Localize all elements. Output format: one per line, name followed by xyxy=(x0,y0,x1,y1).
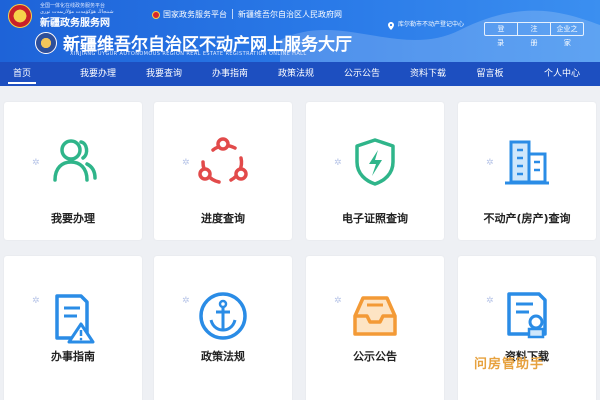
auth-box: 登 注 企业之 xyxy=(484,22,584,36)
watermark-text: 问房管助手 xyxy=(474,357,545,372)
service-card-guide[interactable]: ✲ 办事指南 xyxy=(4,256,142,400)
nav-guide[interactable]: 办事指南 xyxy=(204,62,256,86)
nav-home[interactable]: 首页 xyxy=(6,62,38,86)
main-nav: 首页 我要办理 我要查询 办事指南 政策法规 公示公告 资料下载 留言板 个人中… xyxy=(0,62,600,86)
buildings-icon xyxy=(505,140,549,185)
compass-anchor-icon xyxy=(199,292,247,340)
sparkle-icon: ✲ xyxy=(334,296,342,306)
sparkle-icon: ✲ xyxy=(486,296,494,306)
enterprise-home-button[interactable]: 企业之 xyxy=(551,23,583,35)
nav-download[interactable]: 资料下载 xyxy=(402,62,454,86)
document-warning-icon xyxy=(55,294,95,344)
service-card-progress[interactable]: ✲ 进度查询 xyxy=(154,102,292,240)
service-card-label: 进度查询 xyxy=(201,212,245,225)
regional-gov-link[interactable]: 新疆维吾尔自治区人民政府网 xyxy=(238,9,342,20)
gov-service-name[interactable]: 新疆政务服务网 xyxy=(40,14,110,29)
site-subtitle: XINJIANG UYGUR AUTONOMOUS REGION REAL ES… xyxy=(70,51,307,57)
sparkle-icon: ✲ xyxy=(182,158,190,168)
service-card-notice[interactable]: ✲ 公示公告 xyxy=(306,256,444,400)
link-divider xyxy=(232,9,233,19)
service-card-label: 办事指南 xyxy=(51,350,95,363)
progress-share-icon xyxy=(198,137,248,184)
location-text: 库尔勒市不动产登记中心 xyxy=(398,21,465,28)
regional-gov-label: 新疆维吾尔自治区人民政府网 xyxy=(238,10,342,19)
enterprise-sublabel[interactable]: 家 xyxy=(551,38,584,48)
location-selector[interactable]: 库尔勒市不动产登记中心 xyxy=(388,21,464,30)
service-card-label: 我要办理 xyxy=(51,212,95,225)
users-icon xyxy=(53,139,97,182)
service-card-label: 公示公告 xyxy=(353,350,397,363)
real-estate-badge-icon xyxy=(35,32,57,54)
sparkle-icon: ✲ xyxy=(182,296,190,306)
service-card-handle[interactable]: ✲ 我要办理 xyxy=(4,102,142,240)
location-pin-icon xyxy=(388,22,394,30)
national-emblem-icon[interactable] xyxy=(8,4,32,28)
sparkle-icon: ✲ xyxy=(32,296,40,306)
service-card-e-certificate[interactable]: ✲ 电子证照查询 xyxy=(306,102,444,240)
auth-sublabels: 录 册 家 xyxy=(484,38,584,48)
sparkle-icon: ✲ xyxy=(334,158,342,168)
service-card-property-query[interactable]: ✲ 不动产(房产)查询 xyxy=(458,102,596,240)
sparkle-icon: ✲ xyxy=(32,158,40,168)
register-sublabel[interactable]: 册 xyxy=(517,38,550,48)
inbox-tray-icon xyxy=(353,296,397,336)
certificate-seal-icon xyxy=(507,292,547,339)
nav-query[interactable]: 我要查询 xyxy=(138,62,190,86)
login-button[interactable]: 登 xyxy=(485,23,518,35)
login-sublabel[interactable]: 录 xyxy=(484,38,517,48)
service-card-label: 政策法规 xyxy=(201,350,245,363)
service-card-label: 电子证照查询 xyxy=(342,212,408,225)
service-card-policy[interactable]: ✲ 政策法规 xyxy=(154,256,292,400)
national-platform-link[interactable]: 国家政务服务平台 xyxy=(152,9,227,20)
nav-handle[interactable]: 我要办理 xyxy=(72,62,124,86)
shield-bolt-icon xyxy=(355,138,395,186)
nav-notice[interactable]: 公示公告 xyxy=(336,62,388,86)
nav-personal-center[interactable]: 个人中心 xyxy=(536,62,588,86)
nav-message-board[interactable]: 留言板 xyxy=(468,62,512,86)
service-card-download[interactable]: ✲ 资料下载 xyxy=(458,256,596,400)
nav-policy[interactable]: 政策法规 xyxy=(270,62,322,86)
emblem-dot-icon xyxy=(152,10,160,19)
site-header: 全国一体化在线政务服务平台 شىنجاڭ ھۆكۈمەت مۇلازىمەت ت… xyxy=(0,0,600,62)
sparkle-icon: ✲ xyxy=(486,158,494,168)
register-button[interactable]: 注 xyxy=(518,23,551,35)
national-platform-label: 国家政务服务平台 xyxy=(163,10,227,19)
service-card-label: 不动产(房产)查询 xyxy=(483,212,571,225)
